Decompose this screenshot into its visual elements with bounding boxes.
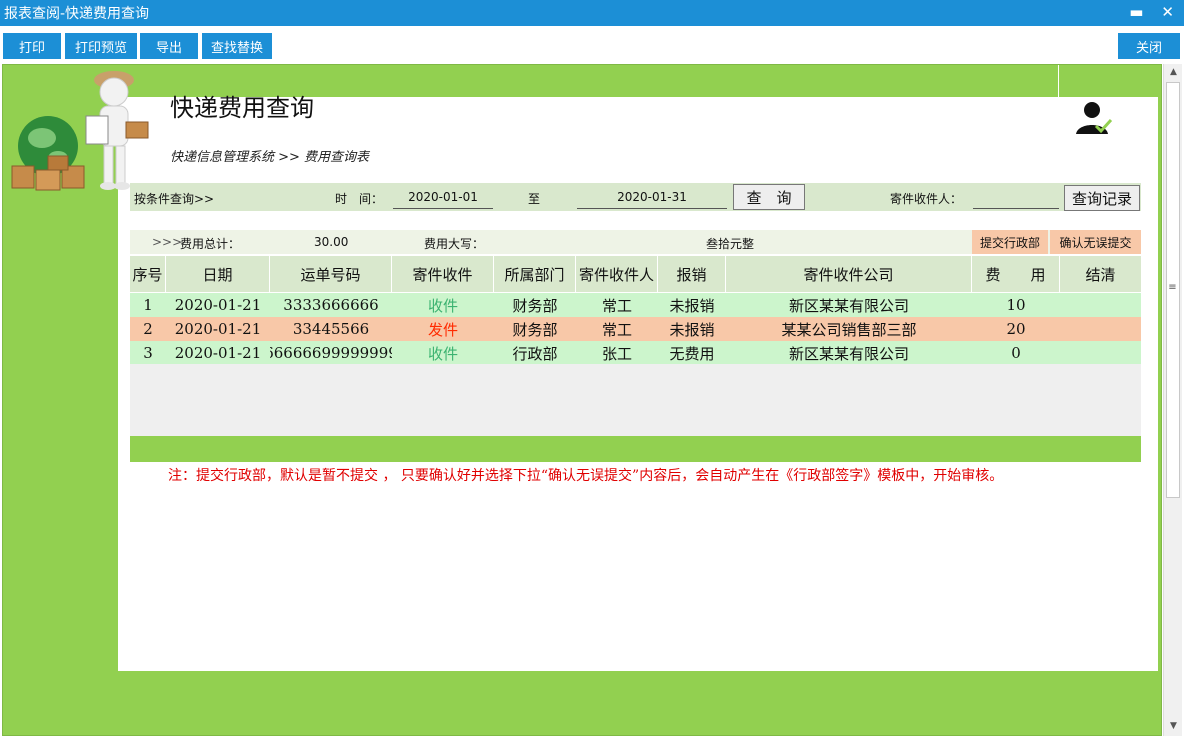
export-button[interactable]: 导出 [140, 33, 198, 59]
window-titlebar: 报表查阅-快递费用查询 ▬ ✕ [0, 0, 1184, 26]
table-row[interactable]: 2 2020-01-21 33445566 发件 财务部 常工 未报销 某某公司… [130, 317, 1141, 341]
scroll-grip-icon: ≡ [1168, 282, 1177, 293]
cell-reimburse: 未报销 [669, 296, 715, 315]
close-button[interactable]: 关闭 [1118, 33, 1180, 59]
upper-value: 叁拾元整 [706, 237, 755, 251]
cell-waybill: 3333666666 [283, 296, 379, 314]
summary-bar: >>> 费用总计： 30.00 费用大写： 叁拾元整 提交行政部 确认无误提交 [130, 230, 1141, 254]
cell-fee: 10 [1006, 296, 1026, 314]
cell-date: 2020-01-21 [174, 344, 262, 362]
scroll-up-icon[interactable]: ▲ [1164, 64, 1183, 80]
grid-empty-area [130, 364, 1141, 436]
submit-admin-cell[interactable]: 提交行政部 [972, 230, 1048, 254]
header-fee[interactable]: 费 用 [972, 256, 1060, 292]
upper-label: 费用大写： [424, 237, 485, 251]
scroll-down-icon[interactable]: ▼ [1164, 718, 1183, 734]
cell-person: 张工 [601, 344, 632, 363]
cell-company: 新区某某有限公司 [788, 296, 909, 315]
cell-date: 2020-01-21 [174, 296, 262, 314]
header-type[interactable]: 寄件收件 [392, 256, 494, 292]
cell-settled[interactable] [1060, 293, 1141, 317]
toolbar: 打印 打印预览 导出 查找替换 关闭 [0, 26, 1184, 64]
condition-label: 按条件查询>> [134, 192, 215, 206]
cell-dept: 财务部 [512, 296, 558, 315]
header-date[interactable]: 日期 [166, 256, 270, 292]
cell-no: 1 [143, 296, 153, 314]
breadcrumb: 快递信息管理系统 >> 费用查询表 [170, 150, 370, 165]
find-replace-button[interactable]: 查找替换 [202, 33, 272, 59]
user-dept: 保安部 [994, 125, 1040, 143]
cell-person: 常工 [601, 296, 632, 315]
close-icon[interactable]: ✕ [1161, 3, 1174, 21]
print-preview-button[interactable]: 打印预览 [65, 33, 137, 59]
sender-input[interactable] [973, 185, 1059, 209]
total-label: 费用总计： [180, 237, 241, 251]
cell-no: 3 [143, 344, 153, 362]
cell-dept: 财务部 [512, 320, 558, 339]
query-records-button[interactable]: 查询记录 [1064, 185, 1140, 211]
cell-waybill: 33445566 [292, 320, 370, 338]
time-label: 时 间： [335, 192, 384, 206]
cell-settled[interactable] [1060, 341, 1141, 365]
vertical-scrollbar[interactable]: ▲ ≡ ▼ [1163, 64, 1182, 736]
to-label: 至 [528, 192, 541, 206]
cell-type: 收件 [427, 296, 458, 315]
cell-fee: 0 [1011, 344, 1021, 362]
cell-date: 2020-01-21 [174, 320, 262, 338]
courier-logo-icon [11, 71, 149, 191]
cell-reimburse: 无费用 [669, 344, 715, 363]
table-row[interactable]: 1 2020-01-21 3333666666 收件 财务部 常工 未报销 新区… [130, 293, 1141, 317]
header-settled[interactable]: 结清 [1060, 256, 1141, 292]
window-title: 报表查阅-快递费用查询 [4, 6, 150, 22]
header-waybill[interactable]: 运单号码 [270, 256, 392, 292]
cell-reimburse: 未报销 [669, 320, 715, 339]
header-no[interactable]: 序号 [130, 256, 166, 292]
end-date-input[interactable]: 2020-01-31 [577, 185, 727, 209]
table-row[interactable]: 3 2020-01-21 66666699999999 收件 行政部 张工 无费… [130, 341, 1141, 365]
cell-dept: 行政部 [512, 344, 558, 363]
sender-label: 寄件收件人： [890, 192, 963, 206]
cell-company: 新区某某有限公司 [788, 344, 909, 363]
cell-waybill: 66666699999999 [270, 344, 392, 362]
print-button[interactable]: 打印 [3, 33, 61, 59]
user-name: 石磊 [1001, 98, 1032, 116]
start-date-input[interactable]: 2020-01-01 [393, 185, 493, 209]
grid-header: 序号 日期 运单号码 寄件收件 所属部门 寄件收件人 报销 寄件收件公司 费 用… [130, 256, 1141, 292]
footer-band [130, 436, 1141, 462]
note-text: 注：提交行政部，默认是暂不提交 ， 只要确认好并选择下拉“确认无误提交”内容后，… [168, 468, 1004, 484]
cell-no: 2 [143, 320, 153, 338]
search-bar: 按条件查询>> 时 间： 2020-01-01 至 2020-01-31 寄件收… [130, 183, 1141, 211]
header-dept[interactable]: 所属部门 [494, 256, 576, 292]
total-value: 30.00 [314, 235, 349, 249]
page-title: 快递费用查询 [170, 94, 314, 122]
header-company[interactable]: 寄件收件公司 [726, 256, 972, 292]
cell-person: 常工 [601, 320, 632, 339]
header-reimburse[interactable]: 报销 [658, 256, 726, 292]
cell-company: 某某公司销售部三部 [781, 320, 917, 339]
cell-settled[interactable] [1060, 317, 1141, 341]
minimize-icon[interactable]: ▬ [1129, 3, 1143, 21]
confirm-submit-select[interactable]: 确认无误提交 [1050, 230, 1141, 254]
query-button[interactable]: 查 询 [733, 184, 805, 210]
cell-type: 发件 [427, 320, 458, 339]
cell-fee: 20 [1006, 320, 1026, 338]
header-divider [1058, 65, 1059, 163]
user-avatar-icon[interactable] [1074, 100, 1114, 136]
header-person[interactable]: 寄件收件人 [576, 256, 658, 292]
cell-type: 收件 [427, 344, 458, 363]
summary-prefix: >>> [152, 235, 183, 249]
